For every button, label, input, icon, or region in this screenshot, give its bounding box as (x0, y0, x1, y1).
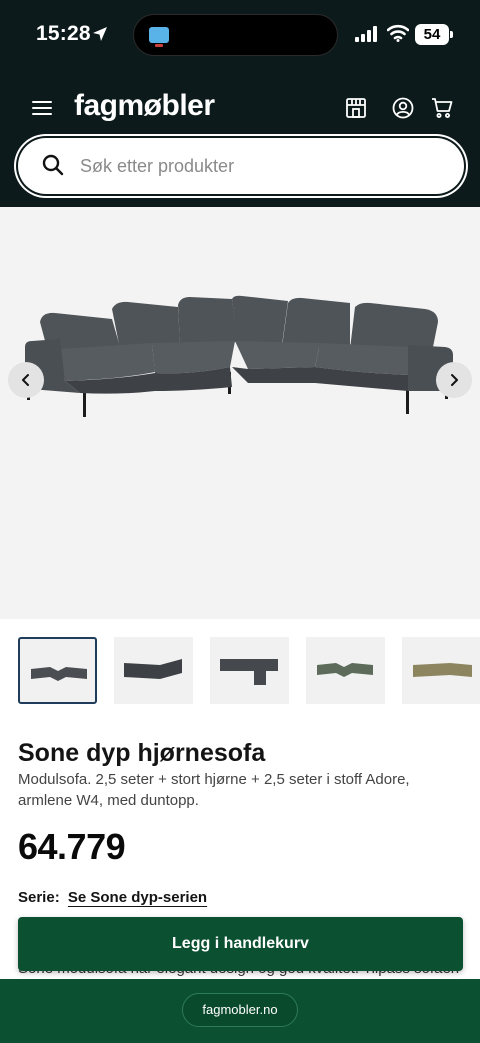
series-link[interactable]: Se Sone dyp-serien (68, 889, 207, 906)
product-title: Sone dyp hjørnesofa (18, 739, 266, 767)
search-input[interactable] (80, 138, 440, 194)
thumbnail-5[interactable] (402, 637, 480, 704)
thumbnail-image (220, 659, 278, 685)
cellular-signal-icon (355, 26, 377, 42)
product-description: Modulsofa. 2,5 seter + stort hjørne + 2,… (18, 771, 410, 809)
next-image-button[interactable] (436, 362, 472, 398)
location-arrow-icon (93, 27, 107, 41)
site-header: fagmøbler (0, 70, 480, 207)
thumbnail-strip[interactable] (18, 637, 480, 704)
thumbnail-4[interactable] (306, 637, 385, 704)
thumbnail-image (124, 659, 182, 679)
store-icon[interactable] (345, 97, 367, 119)
series-row: Serie: Se Sone dyp-serien (18, 889, 207, 906)
thumbnail-3[interactable] (210, 637, 289, 704)
address-bar[interactable]: fagmobler.no (182, 993, 298, 1027)
previous-image-button[interactable] (8, 362, 44, 398)
account-icon[interactable] (392, 97, 414, 119)
dynamic-island (133, 14, 338, 56)
status-bar: 15:28 54 (0, 0, 480, 70)
thumbnail-2[interactable] (114, 637, 193, 704)
cart-icon[interactable] (431, 97, 453, 119)
product-image-gallery[interactable] (0, 207, 480, 619)
thumbnail-image (413, 663, 472, 677)
site-logo[interactable]: fagmøbler (74, 89, 215, 123)
chevron-right-icon (451, 374, 458, 386)
menu-icon[interactable] (32, 101, 52, 115)
series-label: Serie: (18, 889, 60, 906)
search-icon (42, 154, 64, 176)
battery-indicator: 54 (415, 24, 453, 45)
product-image (25, 295, 453, 417)
thumbnail-image (31, 667, 87, 681)
tv-app-icon (149, 27, 169, 47)
add-to-cart-button[interactable]: Legg i handlekurv (18, 917, 463, 971)
search-bar[interactable] (18, 138, 464, 194)
wifi-icon (387, 24, 409, 42)
chevron-left-icon (22, 374, 29, 386)
thumbnail-image (317, 663, 373, 677)
thumbnail-1[interactable] (18, 637, 97, 704)
product-price: 64.779 (18, 826, 126, 867)
browser-bottom-bar: fagmobler.no (0, 979, 480, 1043)
status-time: 15:28 (36, 22, 91, 45)
